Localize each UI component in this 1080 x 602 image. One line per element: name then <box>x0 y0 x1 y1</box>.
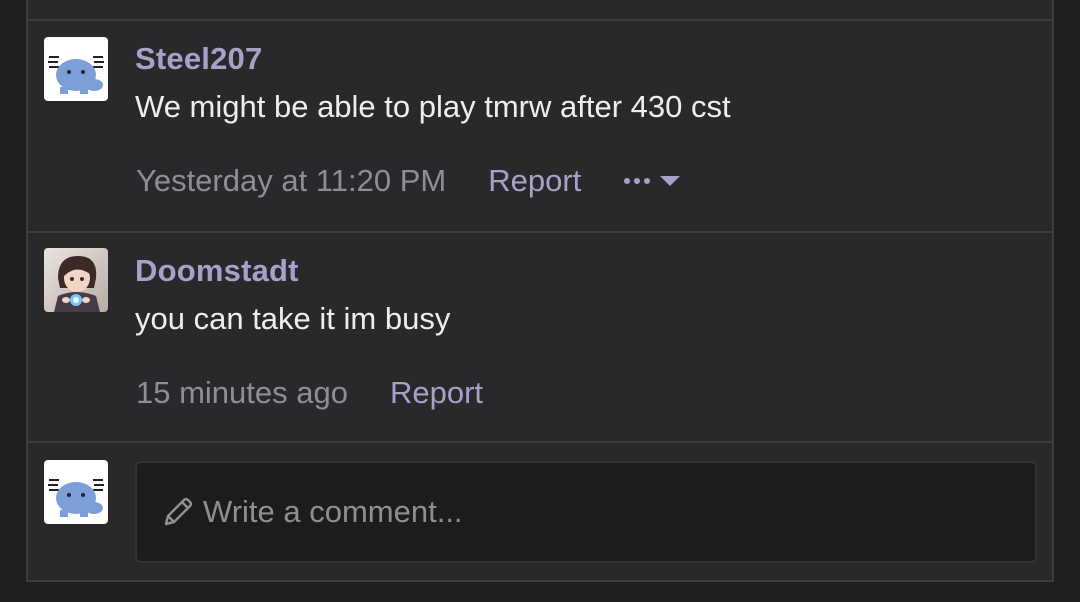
avatar[interactable] <box>44 248 108 312</box>
report-link[interactable]: Report <box>390 375 483 411</box>
comment-placeholder: Write a comment... <box>203 494 463 529</box>
axolotl-avatar-icon <box>44 460 108 524</box>
divider <box>28 441 1052 443</box>
comment-input[interactable]: Write a comment... <box>135 461 1037 563</box>
comment-meta: Yesterday at 11:20 PM Report <box>136 163 681 199</box>
report-link[interactable]: Report <box>488 163 581 199</box>
avatar[interactable] <box>44 37 108 101</box>
comment-text: We might be able to play tmrw after 430 … <box>135 89 731 124</box>
timestamp[interactable]: 15 minutes ago <box>136 375 348 411</box>
more-options-button[interactable] <box>623 174 681 188</box>
avatar <box>44 460 108 524</box>
caret-down-icon <box>660 176 681 186</box>
username[interactable]: Doomstadt <box>135 253 299 289</box>
anime-character-avatar-icon <box>44 248 108 312</box>
comment-text: you can take it im busy <box>135 301 451 336</box>
username[interactable]: Steel207 <box>135 41 262 77</box>
comment-item: Steel207 We might be able to play tmrw a… <box>28 21 1052 231</box>
comment-meta: 15 minutes ago Report <box>136 375 483 411</box>
timestamp[interactable]: Yesterday at 11:20 PM <box>136 163 446 199</box>
comment-item: Doomstadt you can take it im busy 15 min… <box>28 233 1052 441</box>
ellipsis-icon <box>624 178 651 184</box>
pencil-icon <box>164 497 193 526</box>
axolotl-avatar-icon <box>44 37 108 101</box>
comments-panel: Steel207 We might be able to play tmrw a… <box>26 0 1054 582</box>
